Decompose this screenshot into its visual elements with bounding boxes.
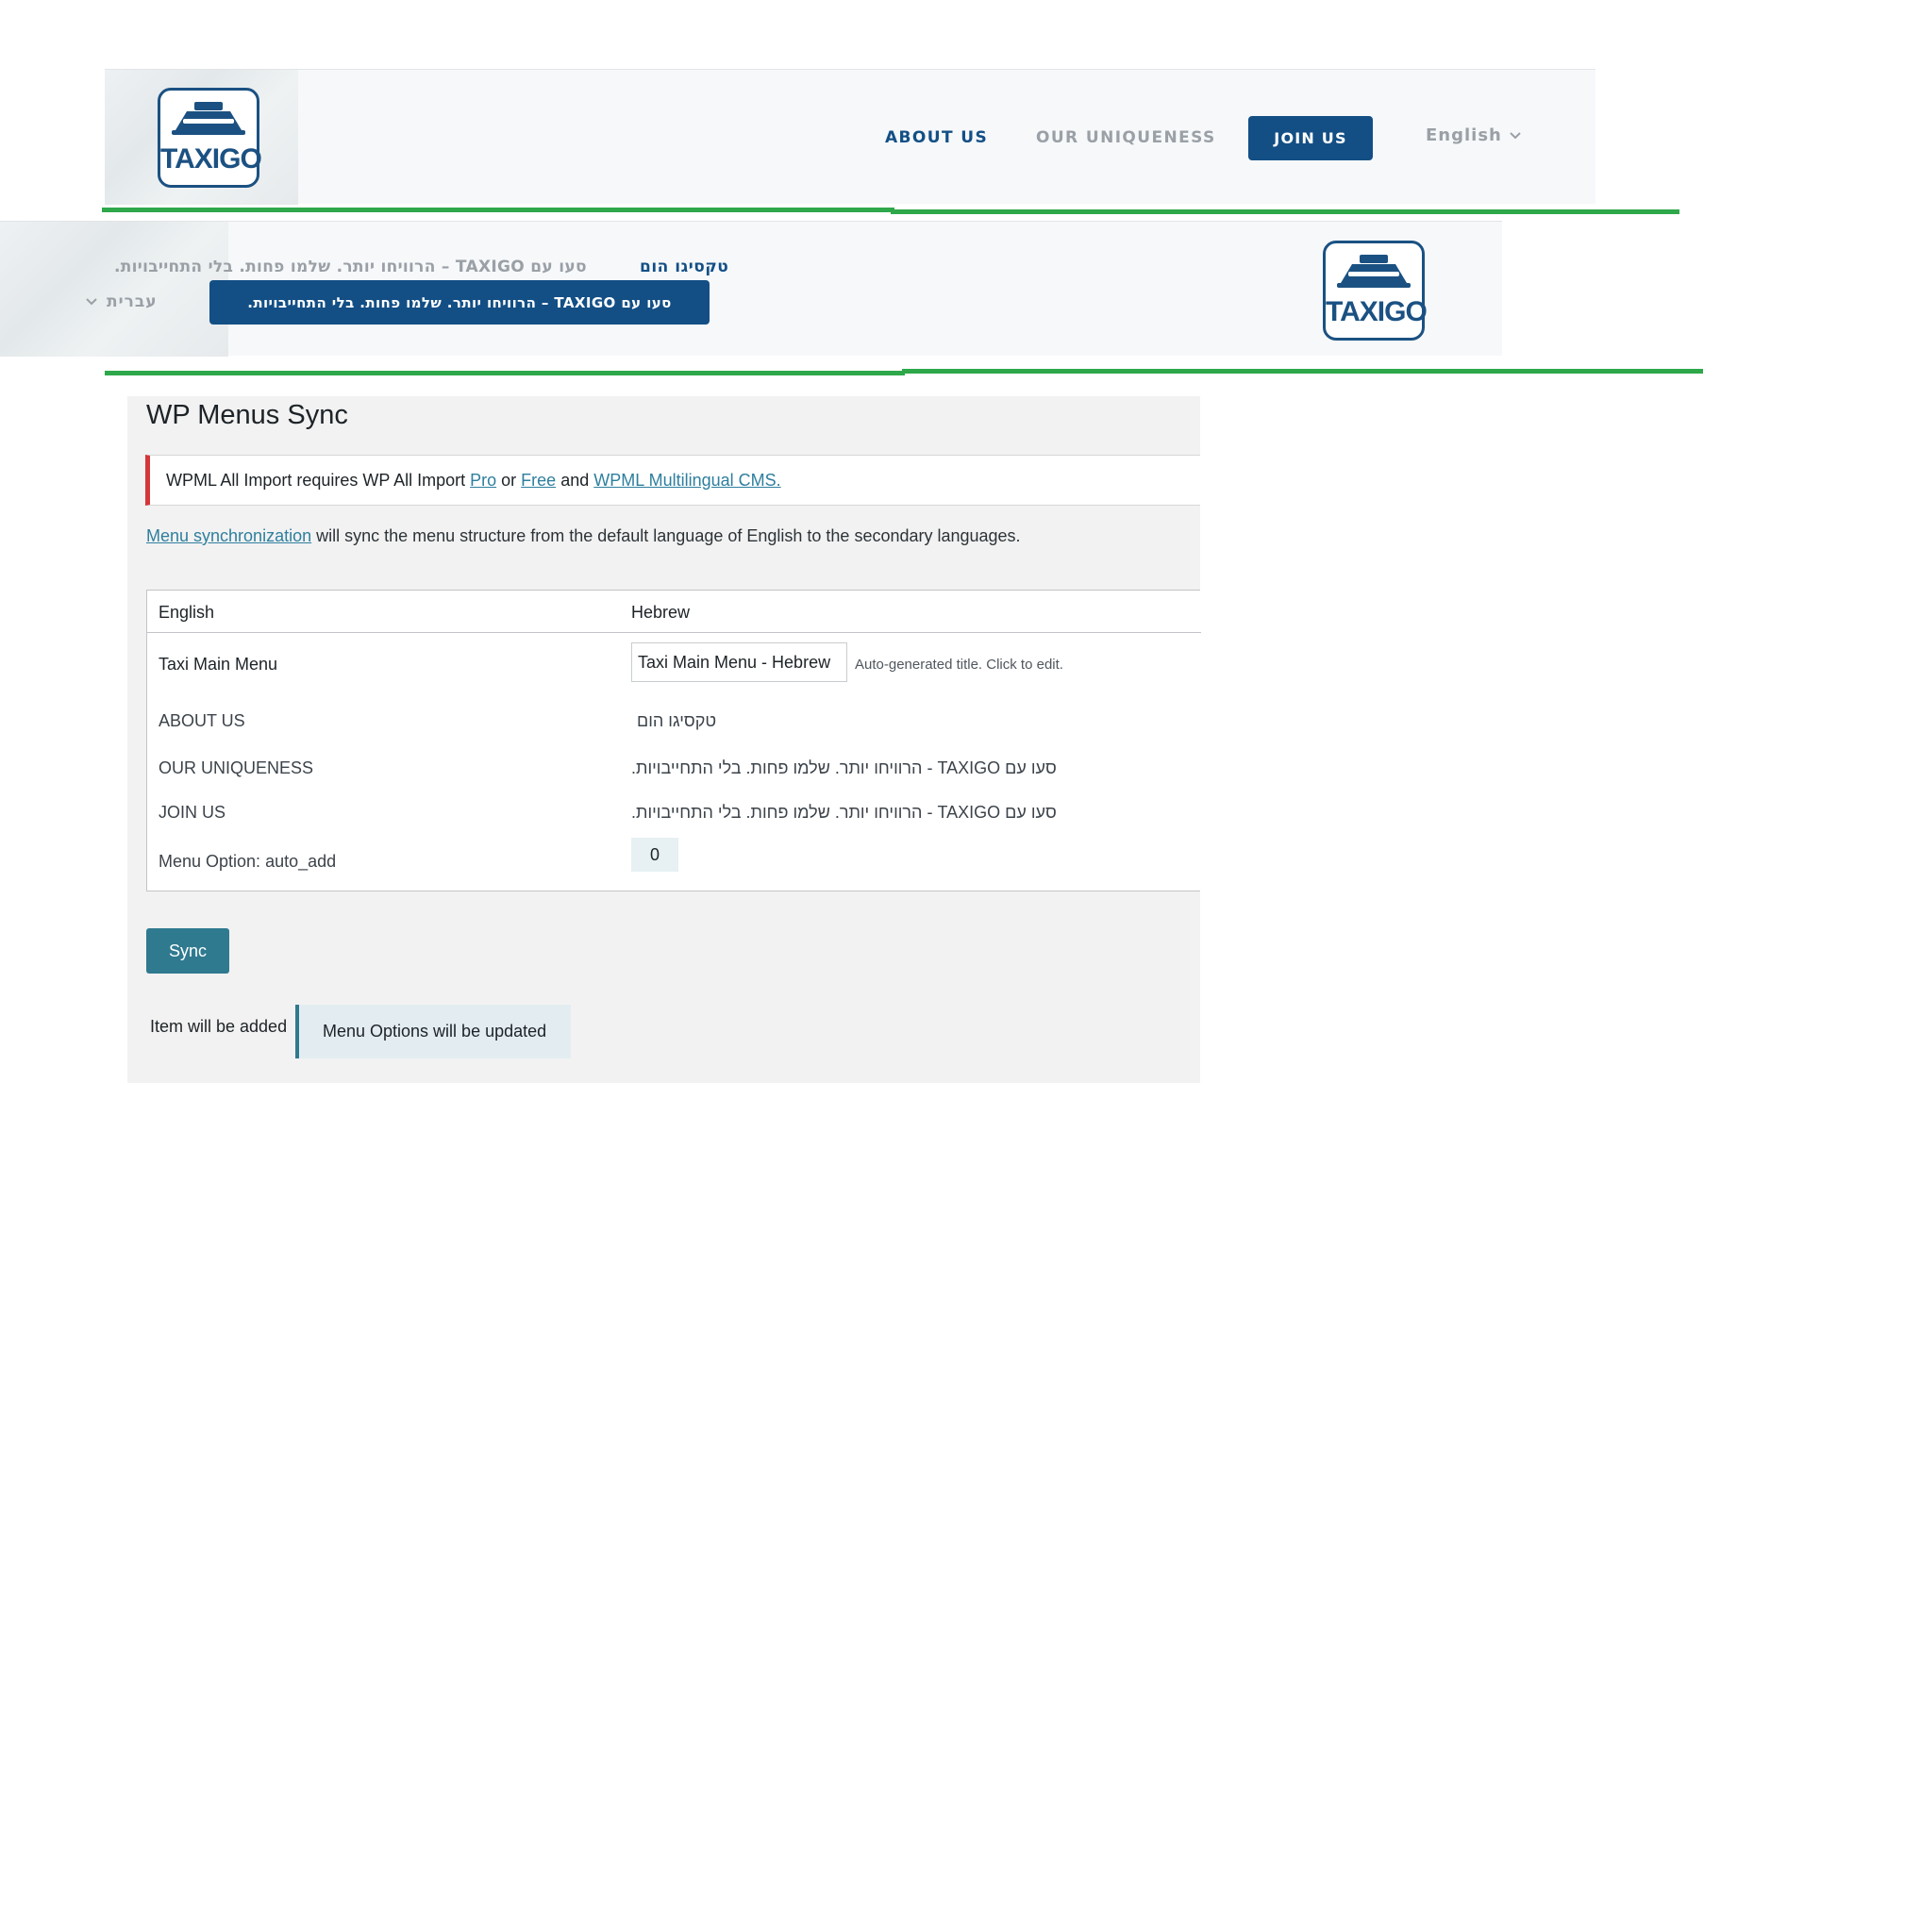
logo-wordmark: TAXIGO xyxy=(1326,296,1428,327)
cta-button-he[interactable]: סעו עם TAXIGO – הרוויחו יותר. שלמו פחות.… xyxy=(209,280,710,325)
menu-title-hint: Auto-generated title. Click to edit. xyxy=(855,657,1063,673)
nav-item-home-he[interactable]: טקסיגו הום xyxy=(640,258,728,276)
menu-name-english: Taxi Main Menu xyxy=(159,655,278,674)
language-label: English xyxy=(1426,125,1502,145)
table-row-en: OUR UNIQUENESS xyxy=(159,758,314,777)
table-row-he: סעו עם TAXIGO - הרוויחו יותר. שלמו פחות.… xyxy=(631,803,1057,822)
table-row-en: JOIN US xyxy=(159,803,226,822)
table-row-he: טקסיגו הום xyxy=(637,711,717,730)
menu-sync-table: English Hebrew Taxi Main Menu Taxi Main … xyxy=(146,590,1201,891)
chevron-down-icon xyxy=(86,298,97,306)
legend-options-updated: Menu Options will be updated xyxy=(295,1005,571,1058)
wpml-link[interactable]: WPML Multilingual CMS. xyxy=(593,471,780,490)
header-underline-left xyxy=(105,371,905,375)
nav-item-ride-he[interactable]: סעו עם TAXIGO – הרוויחו יותר. שלמו פחות.… xyxy=(114,258,587,276)
error-notice: WPML All Import requires WP All Import P… xyxy=(145,455,1200,506)
header-underline-right xyxy=(891,209,1679,214)
header-underline-right xyxy=(902,369,1703,374)
column-header-english: English xyxy=(159,603,215,622)
menu-synchronization-link[interactable]: Menu synchronization xyxy=(146,526,311,545)
chevron-down-icon xyxy=(1510,131,1521,139)
logo-wordmark: TAXIGO xyxy=(160,143,262,175)
column-header-hebrew: Hebrew xyxy=(631,603,691,622)
taxigo-logo[interactable]: TAXIGO xyxy=(158,88,262,188)
menu-option-label: Menu Option: auto_add xyxy=(159,852,337,871)
site-header-hebrew: טקסיגו הום סעו עם TAXIGO – הרוויחו יותר.… xyxy=(0,221,1502,357)
language-switcher[interactable]: English xyxy=(1426,125,1521,145)
notice-text: WPML All Import requires WP All Import P… xyxy=(166,470,781,490)
free-link[interactable]: Free xyxy=(521,471,556,490)
table-row-en: ABOUT US xyxy=(159,711,245,730)
palm-background-image xyxy=(0,222,228,357)
table-row-he: סעו עם TAXIGO - הרוויחו יותר. שלמו פחות.… xyxy=(631,758,1057,777)
sync-button[interactable]: Sync xyxy=(146,928,229,974)
sync-description: Menu synchronization will sync the menu … xyxy=(146,526,1021,545)
language-label: עברית xyxy=(107,292,158,311)
menu-option-value: 0 xyxy=(631,838,678,872)
page-title: WP Menus Sync xyxy=(146,400,348,430)
menu-title-input[interactable]: Taxi Main Menu - Hebrew xyxy=(631,642,847,682)
site-header-english: TAXIGO ABOUT US OUR UNIQUENESS JOIN US E… xyxy=(105,69,1595,205)
nav-item-about-us[interactable]: ABOUT US xyxy=(885,128,988,147)
taxi-sign-icon xyxy=(1337,255,1411,288)
wp-menus-sync-panel: WP Menus Sync WPML All Import requires W… xyxy=(127,396,1201,1083)
taxigo-logo[interactable]: TAXIGO xyxy=(1323,241,1428,341)
table-header: English Hebrew xyxy=(147,591,1201,633)
nav-item-our-uniqueness[interactable]: OUR UNIQUENESS xyxy=(1036,128,1216,147)
taxi-sign-icon xyxy=(172,102,245,135)
join-us-button[interactable]: JOIN US xyxy=(1248,116,1373,160)
legend-item-added: Item will be added xyxy=(150,1017,288,1036)
header-underline-left xyxy=(102,208,894,212)
language-switcher-he[interactable]: עברית xyxy=(86,292,158,311)
pro-link[interactable]: Pro xyxy=(470,471,496,490)
